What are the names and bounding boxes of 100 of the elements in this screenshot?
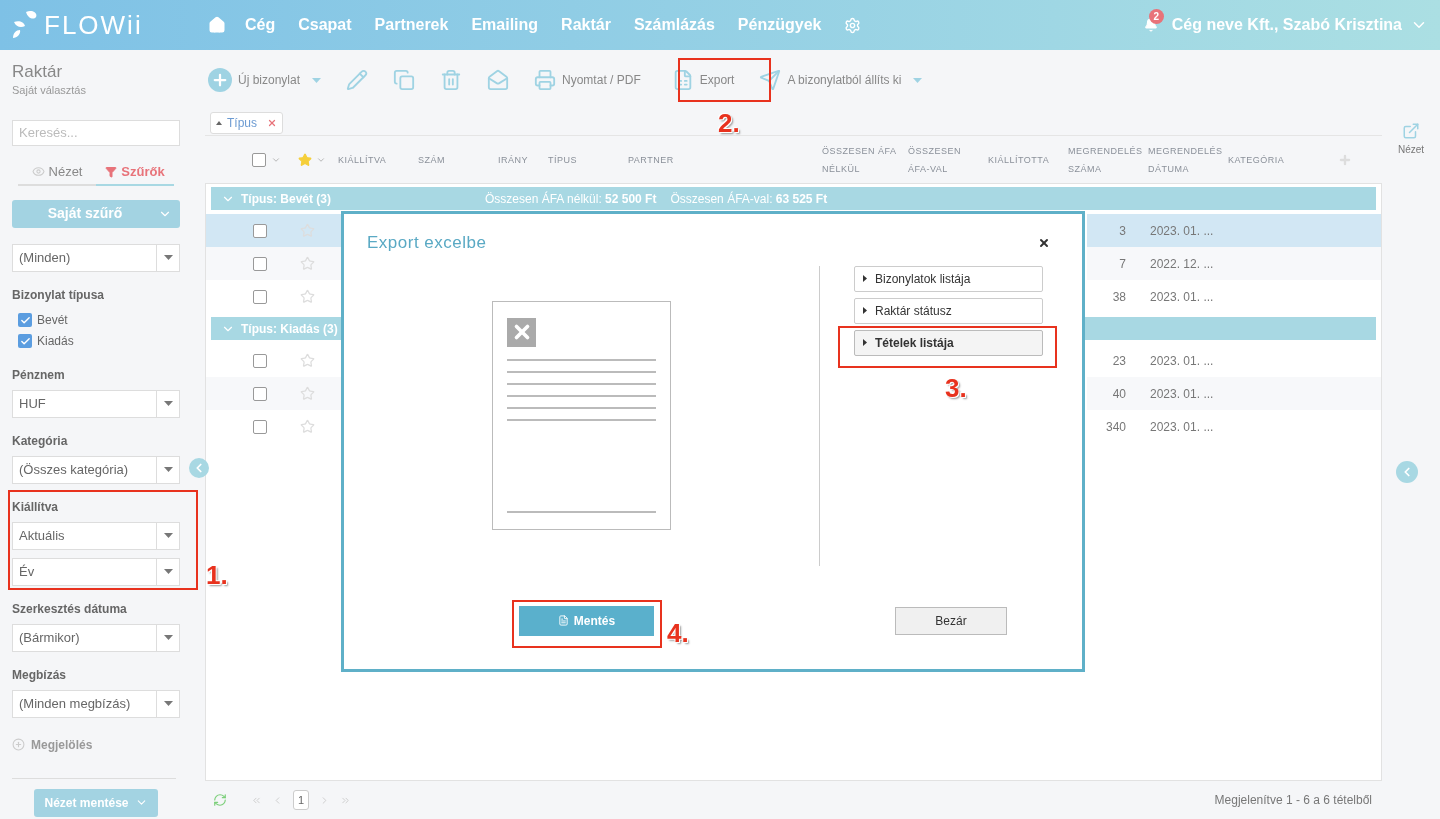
- star-icon[interactable]: [300, 419, 315, 434]
- filter-tab[interactable]: Szűrők: [96, 159, 174, 186]
- dropdown[interactable]: Aktuális: [12, 521, 180, 550]
- nav-link[interactable]: Raktár: [561, 13, 611, 37]
- dropdown[interactable]: HUF: [12, 389, 180, 418]
- export-option[interactable]: Tételek listája: [854, 329, 1043, 356]
- filter-label: Kategória: [12, 432, 69, 450]
- pencil-icon[interactable]: [346, 69, 369, 91]
- nav-link[interactable]: Emailing: [471, 13, 539, 37]
- column-header[interactable]: KIÁLLÍTVA: [338, 150, 418, 169]
- toolbar-button[interactable]: A bizonylatból állíts ki: [759, 69, 923, 91]
- table-cell-text: 2023. 01. ...: [1150, 418, 1214, 436]
- refresh-icon[interactable]: [213, 793, 227, 807]
- table-row[interactable]: [206, 377, 342, 410]
- toolbar-button[interactable]: Export: [671, 69, 735, 91]
- add-tag-button[interactable]: Megjelölés: [12, 735, 180, 754]
- caret-icon: [163, 467, 173, 472]
- checkbox[interactable]: [253, 419, 267, 434]
- column-header[interactable]: KATEGÓRIA: [1228, 150, 1338, 169]
- star-icon[interactable]: [298, 152, 312, 167]
- dropdown[interactable]: (Minden): [12, 243, 180, 272]
- home-icon[interactable]: [208, 16, 226, 34]
- star-icon[interactable]: [300, 289, 315, 304]
- checkbox[interactable]: [18, 313, 32, 327]
- table-row[interactable]: 3 2023. 01. ...: [1087, 214, 1381, 247]
- checkbox-label: Kiadás: [37, 333, 74, 350]
- plus-icon: [208, 68, 232, 92]
- checkbox[interactable]: [252, 152, 266, 167]
- settings-icon[interactable]: [844, 16, 862, 34]
- table-cell-text: 38: [1111, 288, 1127, 306]
- step-number: 4.: [667, 617, 689, 650]
- spreadsheet-icon: [507, 317, 536, 347]
- dialog-title: Export excelbe: [367, 232, 487, 254]
- search-field[interactable]: Keresés...: [12, 119, 180, 146]
- filter-label: Kiállítva: [12, 498, 60, 516]
- checkbox[interactable]: [253, 386, 267, 401]
- trash-icon[interactable]: [440, 69, 463, 91]
- table-cell-text: 7: [1118, 255, 1127, 273]
- view-link[interactable]: Nézet: [1397, 142, 1425, 157]
- dropdown[interactable]: (Minden megbízás): [12, 689, 180, 718]
- nav-link[interactable]: Pénzügyek: [737, 13, 822, 37]
- caret-icon: [863, 275, 867, 282]
- dropdown[interactable]: (Összes kategória): [12, 455, 180, 484]
- column-header[interactable]: KIÁLLÍTOTTA: [988, 150, 1068, 169]
- checkbox[interactable]: [18, 334, 32, 348]
- column-header[interactable]: PARTNER: [628, 150, 822, 169]
- nav-link[interactable]: Számlázás: [633, 13, 715, 37]
- table-cell-text: 40: [1111, 385, 1127, 403]
- filter-label: Bizonylat típusa: [12, 286, 105, 304]
- save-view-button[interactable]: Nézet mentése: [34, 788, 158, 817]
- collapse-button[interactable]: [1396, 461, 1418, 483]
- page-number[interactable]: 1: [293, 790, 310, 810]
- filter-chip[interactable]: Típus: [210, 111, 283, 134]
- table-row[interactable]: 7 2022. 12. ...: [1087, 247, 1381, 280]
- caret-icon: [163, 255, 173, 260]
- eye-icon: [31, 165, 45, 178]
- checkbox[interactable]: [253, 256, 267, 271]
- external-link-icon[interactable]: [1402, 122, 1420, 140]
- saved-filter-button[interactable]: Saját szűrő: [12, 199, 180, 228]
- table-row[interactable]: [206, 214, 342, 247]
- table-cell-text: 23: [1111, 352, 1127, 370]
- export-option[interactable]: Bizonylatok listája: [854, 265, 1043, 292]
- mail-icon[interactable]: [487, 69, 510, 91]
- notification-badge: 2: [1148, 9, 1164, 24]
- column-header[interactable]: SZÁM: [418, 150, 498, 169]
- nav-link[interactable]: Cég: [245, 13, 276, 37]
- table-row[interactable]: 40 2023. 01. ...: [1087, 377, 1381, 410]
- close-button[interactable]: Bezár: [895, 606, 1007, 635]
- export-option[interactable]: Raktár státusz: [854, 297, 1043, 324]
- checkbox[interactable]: [253, 289, 267, 304]
- table-row[interactable]: [206, 247, 342, 280]
- copy-icon[interactable]: [393, 69, 416, 91]
- plus-icon[interactable]: [1338, 152, 1352, 167]
- checkbox[interactable]: [253, 353, 267, 368]
- collapse-button[interactable]: [189, 458, 209, 478]
- page-summary: Megjelenítve 1 - 6 a 6 tételből: [1214, 792, 1372, 809]
- save-button[interactable]: Mentés: [519, 605, 654, 636]
- star-icon[interactable]: [300, 256, 315, 271]
- column-header[interactable]: ÖSSZESEN ÁFA-VAL: [908, 141, 988, 178]
- star-icon[interactable]: [300, 386, 315, 401]
- dropdown[interactable]: (Bármikor): [12, 623, 180, 652]
- column-header[interactable]: ÖSSZESEN ÁFA NÉLKÜL: [822, 141, 908, 178]
- dropdown[interactable]: Év: [12, 557, 180, 586]
- column-header[interactable]: TÍPUS: [548, 150, 628, 169]
- nav-link[interactable]: Csapat: [298, 13, 352, 37]
- checkbox[interactable]: [253, 223, 267, 238]
- column-header[interactable]: MEGRENDELÉS DÁTUMA: [1148, 141, 1228, 178]
- column-header[interactable]: MEGRENDELÉS SZÁMA: [1068, 141, 1148, 178]
- close-icon[interactable]: [1038, 236, 1050, 249]
- filter-tab[interactable]: Nézet: [18, 159, 96, 186]
- star-icon[interactable]: [300, 353, 315, 368]
- column-header[interactable]: IRÁNY: [498, 150, 548, 169]
- toolbar-button[interactable]: Új bizonylat: [208, 68, 322, 92]
- nav-link[interactable]: Partnerek: [374, 13, 449, 37]
- caret-icon: [863, 307, 867, 314]
- caret-icon: [163, 635, 173, 640]
- page-title: Raktár: [12, 62, 64, 82]
- plus-icon: [12, 738, 25, 751]
- table-cell-text: 2022. 12. ...: [1150, 255, 1214, 273]
- toolbar-button[interactable]: Nyomtat / PDF: [534, 69, 641, 91]
